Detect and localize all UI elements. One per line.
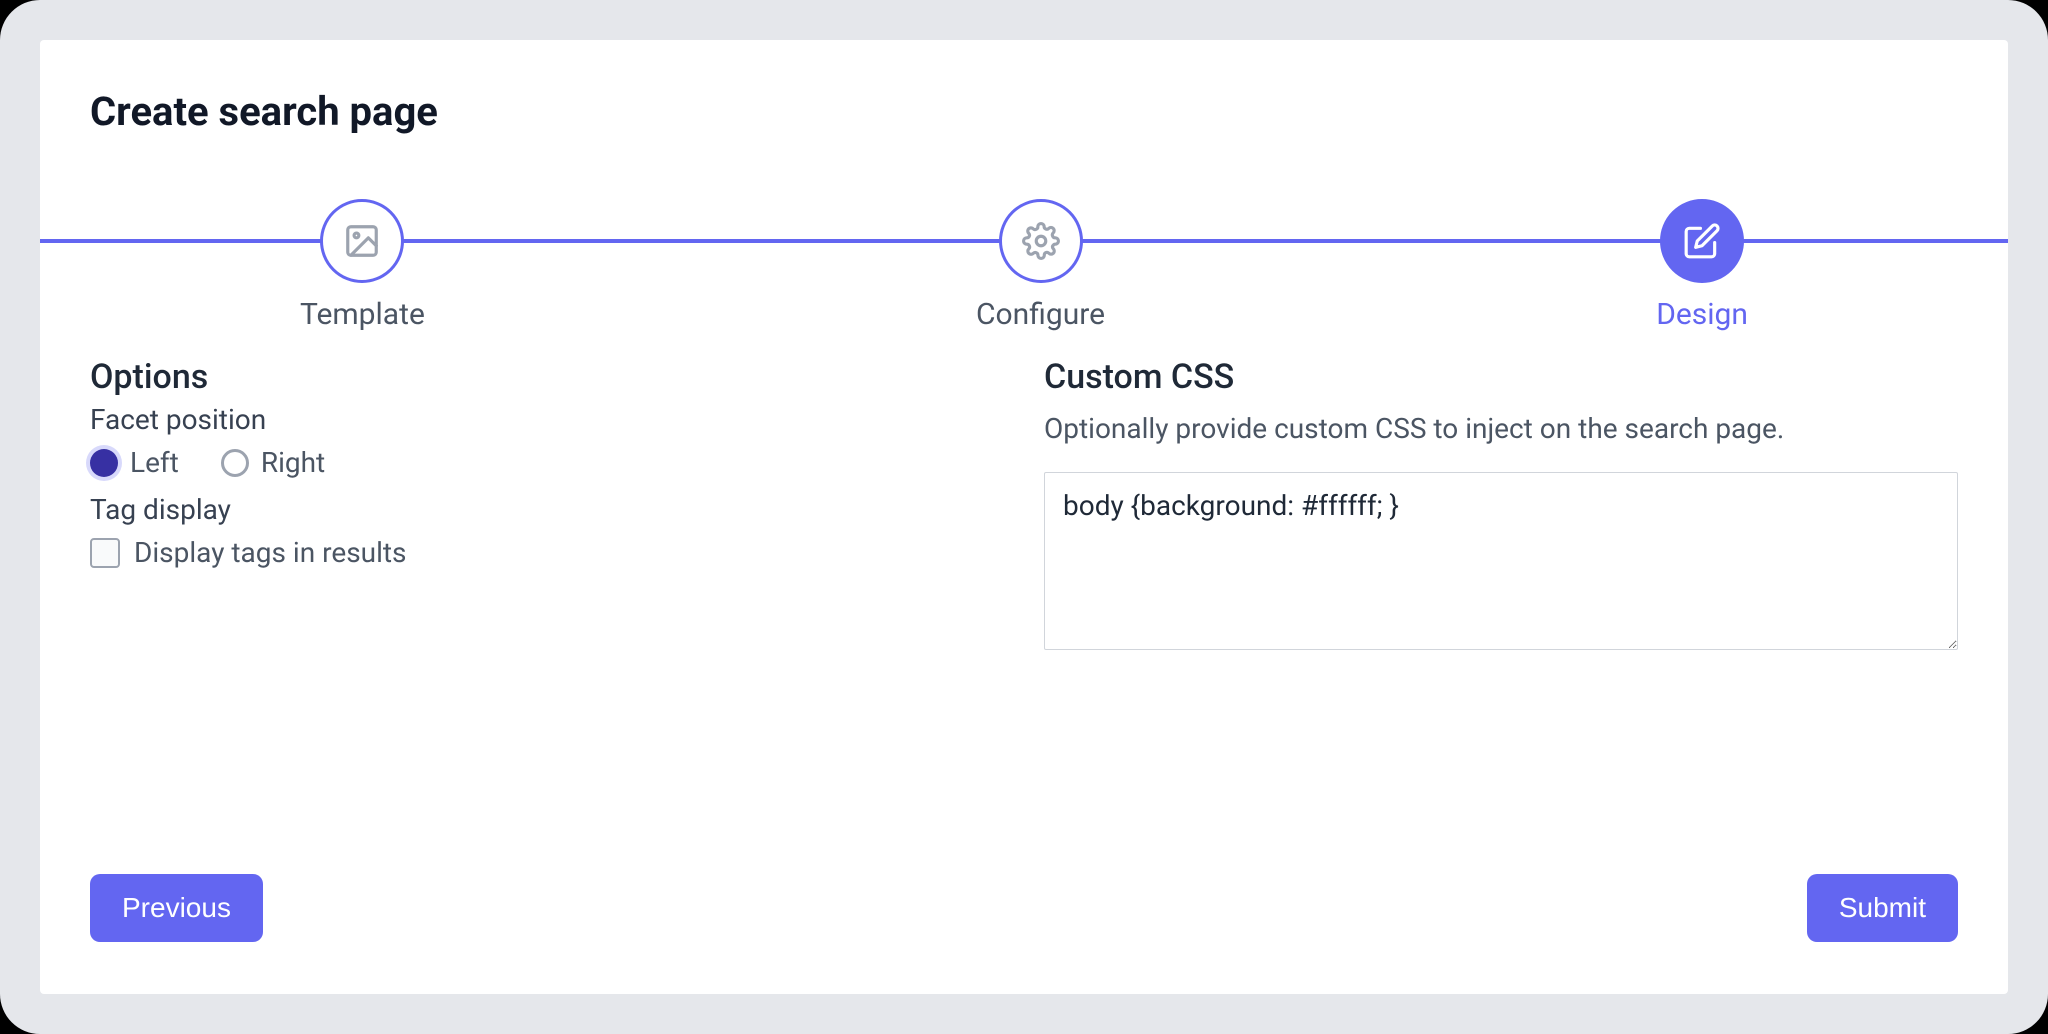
step-label: Design	[1656, 297, 1748, 332]
edit-icon	[1660, 199, 1744, 283]
checkbox-label: Display tags in results	[134, 536, 407, 569]
gear-icon	[999, 199, 1083, 283]
radio-unselected-icon	[221, 449, 249, 477]
step-label: Configure	[976, 297, 1105, 332]
stepper: Template Configure Design	[90, 199, 1958, 329]
radio-label: Right	[261, 446, 325, 479]
options-column: Options Facet position Left Right Tag di…	[90, 357, 1004, 654]
tag-display-label: Tag display	[90, 493, 1004, 526]
radio-selected-icon	[90, 449, 118, 477]
custom-css-textarea[interactable]	[1044, 472, 1958, 650]
step-label: Template	[300, 297, 425, 332]
image-icon	[320, 199, 404, 283]
facet-position-label: Facet position	[90, 403, 1004, 436]
page-title: Create search page	[90, 88, 1958, 135]
options-heading: Options	[90, 357, 1004, 397]
step-configure[interactable]: Configure	[976, 199, 1105, 332]
previous-button[interactable]: Previous	[90, 874, 263, 942]
checkbox-unchecked-icon	[90, 538, 120, 568]
facet-position-right-radio[interactable]: Right	[221, 446, 325, 479]
custom-css-description: Optionally provide custom CSS to inject …	[1044, 407, 1958, 450]
display-tags-checkbox[interactable]: Display tags in results	[90, 536, 1004, 569]
step-template[interactable]: Template	[300, 199, 425, 332]
custom-css-heading: Custom CSS	[1044, 357, 1958, 397]
step-design[interactable]: Design	[1656, 199, 1748, 332]
custom-css-column: Custom CSS Optionally provide custom CSS…	[1044, 357, 1958, 654]
submit-button[interactable]: Submit	[1807, 874, 1958, 942]
facet-position-left-radio[interactable]: Left	[90, 446, 179, 479]
radio-label: Left	[130, 446, 179, 479]
